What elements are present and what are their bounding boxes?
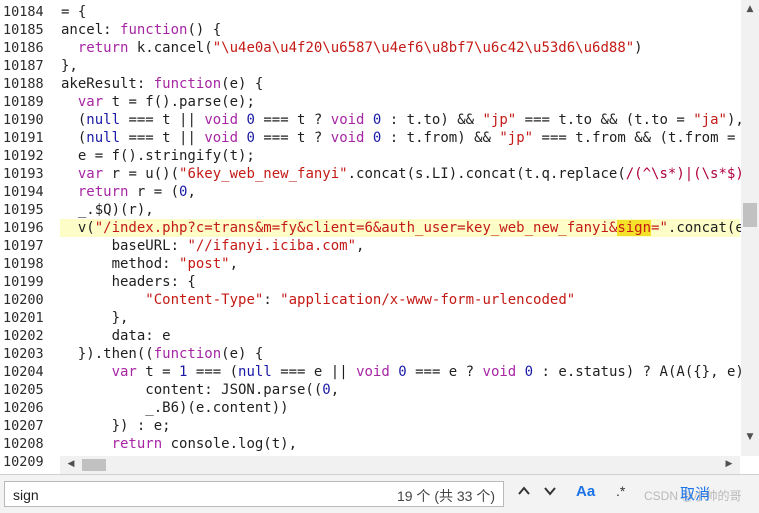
line-code: var t = f().parse(e); xyxy=(77,94,255,110)
code-line: 10205 content: JSON.parse((0, xyxy=(0,381,740,399)
line-code: (null === t || void 0 === t ? void 0 : t… xyxy=(61,130,736,146)
horizontal-scrollbar-thumb[interactable] xyxy=(82,459,106,471)
code-line: 10186 return k.cancel("\u4e0a\u4f20\u658… xyxy=(0,39,740,57)
line-number: 10190 xyxy=(3,112,44,128)
code-line: 10204 var t = 1 === (null === e || void … xyxy=(0,363,744,381)
code-line: 10192 e = f().stringify(t); xyxy=(0,147,740,165)
line-code: (null === t || void 0 === t ? void 0 : t… xyxy=(61,112,744,128)
line-number: 10205 xyxy=(3,382,44,398)
line-code: return r = (0, xyxy=(77,184,196,200)
line-code: var t = 1 === (null === e || void 0 === … xyxy=(111,364,744,380)
code-line: 10208 return console.log(t), xyxy=(0,435,740,453)
scroll-down-arrow-icon[interactable]: ▼ xyxy=(741,432,759,442)
line-code: return console.log(t), xyxy=(111,436,298,452)
line-number: 10200 xyxy=(3,292,44,308)
line-number: 10192 xyxy=(3,148,44,164)
code-line: 10194 return r = (0, xyxy=(0,183,740,201)
line-number: 10198 xyxy=(3,256,44,272)
line-code: _.B6)(e.content)) xyxy=(61,400,289,416)
regex-toggle[interactable]: .* xyxy=(616,483,625,499)
code-line: 10185 ancel: function() { xyxy=(0,21,740,39)
line-code: }, xyxy=(61,58,78,74)
line-code: return k.cancel("\u4e0a\u4f20\u6587\u4ef… xyxy=(77,40,643,56)
next-match-button[interactable] xyxy=(538,482,562,506)
line-number: 10196 xyxy=(3,220,44,236)
line-number: 10188 xyxy=(3,76,44,92)
code-line: 10197 baseURL: "//ifanyi.iciba.com", xyxy=(0,237,740,255)
search-bar: 19 个 (共 33 个) Aa .* CSDN @小帅的哥 取消 xyxy=(0,474,759,513)
search-input[interactable] xyxy=(11,484,375,506)
line-code: }) : e; xyxy=(61,418,171,434)
code-line: 10190 (null === t || void 0 === t ? void… xyxy=(0,111,744,129)
vertical-scrollbar[interactable]: ▲ ▼ xyxy=(741,0,759,456)
scroll-right-arrow-icon[interactable]: ▶ xyxy=(720,459,738,469)
line-number: 10204 xyxy=(3,364,44,380)
line-code: akeResult: function(e) { xyxy=(61,76,264,92)
line-number: 10197 xyxy=(3,238,44,254)
line-number: 10208 xyxy=(3,436,44,452)
chevron-up-icon xyxy=(518,486,530,495)
code-line: 10184 = { xyxy=(0,3,740,21)
code-line: 10188 akeResult: function(e) { xyxy=(0,75,740,93)
code-line: 10187}, xyxy=(0,57,740,75)
code-line: 10195 _.$Q)(r), xyxy=(0,201,740,219)
line-code: headers: { xyxy=(61,274,196,290)
code-line: 10189 var t = f().parse(e); xyxy=(0,93,740,111)
line-code: "Content-Type": "application/x-www-form-… xyxy=(145,292,576,308)
line-code: }, xyxy=(61,310,129,326)
match-count: 19 个 (共 33 个) xyxy=(396,488,495,504)
line-number: 10201 xyxy=(3,310,44,326)
previous-match-button[interactable] xyxy=(512,482,536,506)
scroll-up-arrow-icon[interactable]: ▲ xyxy=(741,4,759,14)
code-line: 10207 }) : e; xyxy=(0,417,740,435)
line-number: 10209 xyxy=(3,454,44,470)
line-number: 10187 xyxy=(3,58,44,74)
line-code: e = f().stringify(t); xyxy=(61,148,255,164)
line-number: 10189 xyxy=(3,94,44,110)
line-number: 10185 xyxy=(3,22,44,38)
line-code: data: e xyxy=(61,328,171,344)
line-number: 10207 xyxy=(3,418,44,434)
cancel-button[interactable]: 取消 xyxy=(680,483,710,504)
line-number: 10199 xyxy=(3,274,44,290)
line-number: 10191 xyxy=(3,130,44,146)
line-code: baseURL: "//ifanyi.iciba.com", xyxy=(61,238,365,254)
line-code: v("/index.php?c=trans&m=fy&client=6&auth… xyxy=(61,220,744,236)
code-line: 10199 headers: { xyxy=(0,273,740,291)
code-line: 10206 _.B6)(e.content)) xyxy=(0,399,740,417)
code-line: 10202 data: e xyxy=(0,327,740,345)
code-editor[interactable]: 10184 = {10185 ancel: function() {10186 re… xyxy=(0,0,759,474)
line-code: ancel: function() { xyxy=(61,22,222,38)
line-code: = { xyxy=(61,4,87,20)
line-code: var r = u()("6key_web_new_fanyi".concat(… xyxy=(77,166,744,182)
vertical-scrollbar-thumb[interactable] xyxy=(743,203,757,227)
line-number: 10193 xyxy=(3,166,44,182)
code-line: 10203 }).then((function(e) { xyxy=(0,345,740,363)
code-line: 10193 var r = u()("6key_web_new_fanyi".c… xyxy=(0,165,744,183)
line-code: _.$Q)(r), xyxy=(61,202,154,218)
search-field[interactable]: 19 个 (共 33 个) xyxy=(4,481,504,507)
line-number: 10206 xyxy=(3,400,44,416)
line-number: 10202 xyxy=(3,328,44,344)
line-code: }).then((function(e) { xyxy=(61,346,264,362)
line-number: 10195 xyxy=(3,202,44,218)
code-line: 10196 v("/index.php?c=trans&m=fy&client=… xyxy=(0,219,744,237)
line-number: 10186 xyxy=(3,40,44,56)
match-case-toggle[interactable]: Aa xyxy=(576,483,595,500)
code-line: 10200 "Content-Type": "application/x-www… xyxy=(0,291,740,309)
line-code: method: "post", xyxy=(61,256,239,272)
horizontal-scrollbar[interactable]: ◀ ▶ xyxy=(60,456,740,474)
code-line: 10201 }, xyxy=(0,309,740,327)
chevron-down-icon xyxy=(544,487,556,496)
code-line: 10191 (null === t || void 0 === t ? void… xyxy=(0,129,740,147)
line-number: 10184 xyxy=(3,4,44,20)
line-code: content: JSON.parse((0, xyxy=(61,382,340,398)
line-number: 10194 xyxy=(3,184,44,200)
scroll-left-arrow-icon[interactable]: ◀ xyxy=(62,459,80,469)
line-number: 10203 xyxy=(3,346,44,362)
code-line: 10198 method: "post", xyxy=(0,255,740,273)
